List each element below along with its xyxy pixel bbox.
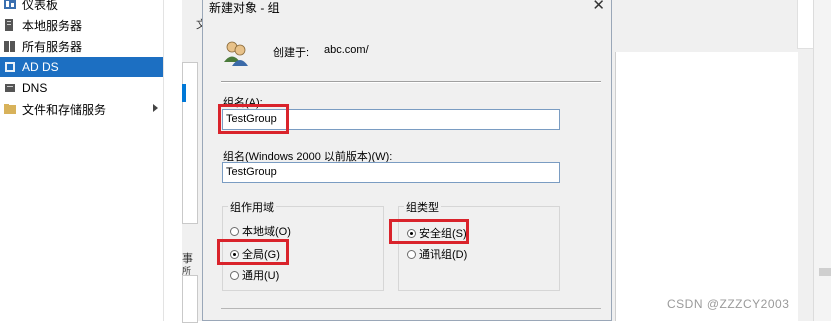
dialog-title: 新建对象 - 组 (209, 1, 280, 15)
radio-button[interactable] (230, 226, 239, 236)
background-list-pane (615, 52, 798, 321)
highlight-box (218, 104, 289, 134)
watermark: CSDN @ZZZCY2003 (667, 297, 790, 311)
group-name-legacy-input[interactable]: TestGroup (222, 162, 560, 183)
radio-button[interactable] (230, 270, 239, 280)
dashboard-icon (3, 0, 17, 11)
divider (221, 81, 601, 83)
created-in-value: abc.com/ (324, 44, 369, 56)
sidebar-item-dashboard[interactable]: 仪表板 (0, 0, 163, 14)
type-distribution-option[interactable]: 通讯组(D) (407, 246, 467, 262)
option-label: 通讯组(D) (419, 249, 468, 261)
background-selection (182, 84, 186, 102)
new-group-dialog: 新建对象 - 组 ✕ 创建于: abc.com/ 组名(A): TestGrou… (202, 0, 612, 321)
sidebar-item-local-server[interactable]: 本地服务器 (0, 15, 163, 35)
sidebar-item-label: 所有服务器 (22, 39, 83, 54)
group-scope-title: 组作用域 (228, 199, 276, 215)
scope-domain-local-option[interactable]: 本地域(O) (230, 223, 291, 239)
background-bottom-pane (182, 275, 198, 323)
highlight-box (217, 239, 289, 265)
dns-icon (3, 81, 17, 95)
scope-universal-option[interactable]: 通用(U) (230, 267, 279, 283)
scrollbar-thumb[interactable] (819, 268, 831, 276)
sidebar-item-dns[interactable]: DNS (0, 78, 163, 98)
ad-ds-icon (3, 60, 17, 74)
group-icon (221, 38, 251, 68)
divider (221, 308, 601, 309)
sidebar-item-label: 本地服务器 (22, 18, 83, 33)
radio-button[interactable] (407, 249, 416, 259)
sidebar: 仪表板 本地服务器 所有服务器 AD DS DNS 文件和存储服务 (0, 0, 164, 321)
sidebar-item-label: DNS (22, 81, 48, 95)
sidebar-item-label: AD DS (22, 60, 59, 74)
background-text: 所 (182, 266, 192, 276)
close-icon[interactable]: ✕ (592, 0, 605, 13)
storage-icon (3, 102, 17, 116)
sidebar-item-label: 文件和存储服务 (22, 102, 107, 117)
group-type-title: 组类型 (404, 199, 441, 215)
sidebar-item-file-storage[interactable]: 文件和存储服务 (0, 99, 163, 119)
sidebar-item-all-servers[interactable]: 所有服务器 (0, 36, 163, 56)
server-icon (3, 18, 17, 32)
option-label: 通用(U) (242, 270, 280, 282)
sidebar-item-label: 仪表板 (22, 0, 59, 12)
option-label: 本地域(O) (242, 226, 291, 238)
created-in-label: 创建于: (273, 47, 310, 59)
highlight-box (389, 219, 469, 244)
sidebar-item-ad-ds[interactable]: AD DS (0, 57, 163, 77)
servers-icon (3, 39, 17, 53)
chevron-right-icon[interactable] (153, 104, 158, 112)
